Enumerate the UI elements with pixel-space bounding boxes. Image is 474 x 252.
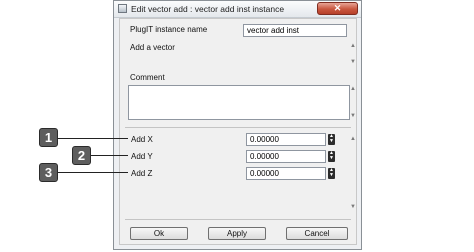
callout-badge-3: 3 [39,163,58,182]
add-y-input[interactable] [246,150,326,163]
add-x-input[interactable] [246,133,326,146]
instance-name-input[interactable] [243,24,347,37]
window-title: Edit vector add : vector add inst instan… [131,4,285,14]
description-text: Add a vector [130,43,175,52]
callout-leader-line-3 [58,172,128,173]
cancel-button[interactable]: Cancel [286,227,348,240]
ok-button[interactable]: Ok [130,227,188,240]
add-z-spinner[interactable]: ▲ ▼ [328,168,335,179]
add-x-label: Add X [131,135,153,144]
callout-badge-1: 1 [39,128,58,147]
callout-leader-line-2 [91,155,128,156]
window-app-icon [118,4,127,13]
spin-down-icon[interactable]: ▼ [328,139,335,144]
callout-leader-line-1 [58,138,128,139]
apply-button[interactable]: Apply [208,227,266,240]
add-z-label: Add Z [131,169,153,178]
comment-scroll-up-icon[interactable]: ▲ [349,86,357,92]
comment-label: Comment [130,73,165,82]
close-button[interactable]: ✕ [317,2,358,15]
scroll-down-icon[interactable]: ▼ [349,59,357,65]
footer-divider [125,219,351,220]
scroll-up-icon[interactable]: ▲ [349,43,357,49]
title-bar[interactable]: Edit vector add : vector add inst instan… [114,1,361,18]
add-x-spinner[interactable]: ▲ ▼ [328,134,335,145]
close-icon: ✕ [333,3,342,13]
params-scroll-up-icon[interactable]: ▲ [349,136,357,142]
comment-scroll-down-icon[interactable]: ▼ [349,113,357,119]
spin-down-icon[interactable]: ▼ [328,156,335,161]
callout-badge-2: 2 [72,146,91,165]
instance-name-label: PlugIT instance name [130,25,208,34]
dialog-window: Edit vector add : vector add inst instan… [113,0,362,250]
params-scroll-down-icon[interactable]: ▼ [349,204,357,210]
add-z-input[interactable] [246,167,326,180]
section-divider [125,127,351,128]
add-y-spinner[interactable]: ▲ ▼ [328,151,335,162]
add-y-label: Add Y [131,152,153,161]
spin-down-icon[interactable]: ▼ [328,173,335,178]
comment-textarea[interactable] [128,85,350,120]
form-panel: PlugIT instance name Add a vector ▲ ▼ Co… [119,18,357,245]
